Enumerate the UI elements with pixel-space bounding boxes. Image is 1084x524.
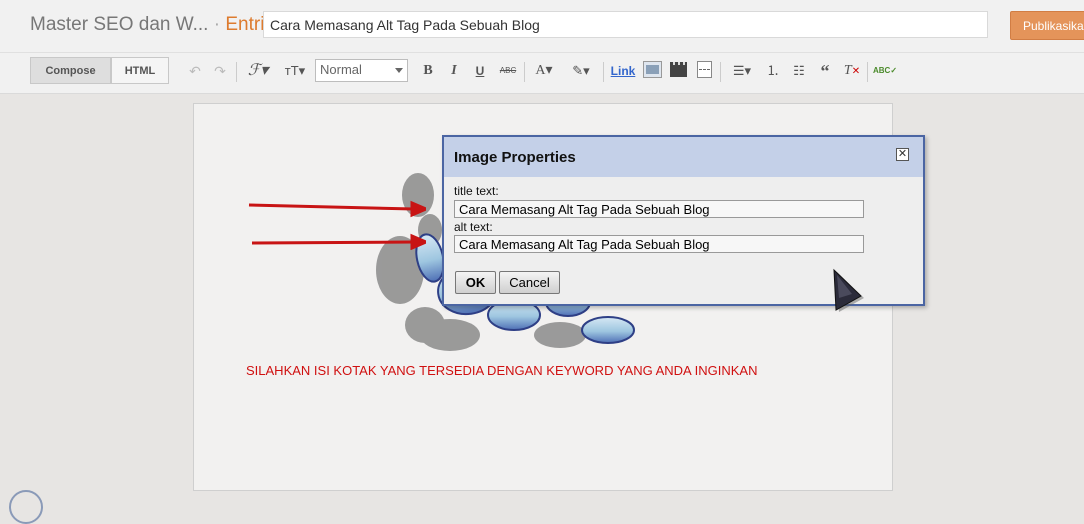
spellcheck-icon[interactable]: ABC✓	[873, 61, 897, 81]
bold-button[interactable]: B	[420, 61, 436, 81]
jump-break-line	[699, 69, 710, 71]
alt-text-label: alt text:	[454, 220, 493, 234]
font-family-icon[interactable]: ℱ▾	[244, 61, 272, 81]
title-arrow-line	[248, 203, 415, 211]
video-icon-strip	[670, 62, 687, 65]
title-arrow-head	[410, 200, 426, 218]
annotation-arrows	[248, 200, 426, 250]
dialog-title: Image Properties	[454, 149, 576, 166]
quote-icon[interactable]: “	[816, 61, 834, 81]
keyword-instruction: SILAHKAN ISI KOTAK YANG TERSEDIA DENGAN …	[246, 363, 758, 378]
image-icon-preview	[646, 65, 659, 74]
redo-icon[interactable]: ↷	[211, 61, 229, 81]
toolbar-divider	[720, 62, 721, 82]
image-icon[interactable]	[643, 61, 662, 78]
toolbar-divider	[236, 62, 237, 82]
paragraph-format-select[interactable]: Normal	[315, 59, 408, 82]
compose-mode-button[interactable]: Compose	[30, 57, 111, 84]
toolbar-divider	[867, 62, 868, 82]
publish-button[interactable]: Publikasika	[1010, 11, 1084, 40]
section-label: Entri	[225, 14, 265, 35]
top-bar: Master SEO dan W... · Entri Publikasika	[0, 0, 1084, 53]
ok-button[interactable]: OK	[455, 271, 496, 294]
strikethrough-button[interactable]: ABC	[497, 61, 519, 81]
blog-name[interactable]: Master SEO dan W...	[30, 14, 208, 35]
post-title-input[interactable]	[263, 11, 988, 38]
align-icon[interactable]: ☰▾	[728, 61, 756, 81]
close-icon[interactable]: ✕	[896, 148, 909, 161]
breadcrumb-separator: ·	[213, 14, 221, 35]
help-circle-icon[interactable]	[9, 490, 43, 524]
toolbar-divider	[603, 62, 604, 82]
numbered-list-icon[interactable]: ⒈	[764, 61, 782, 81]
undo-icon[interactable]: ↶	[186, 61, 204, 81]
highlight-icon[interactable]: ✎▾	[566, 61, 596, 81]
mouse-cursor-icon	[833, 268, 864, 312]
jump-break-icon[interactable]	[697, 61, 712, 78]
alt-arrow-line	[251, 240, 415, 245]
alt-text-field[interactable]	[454, 235, 864, 253]
alt-arrow-head	[410, 233, 426, 250]
title-text-label: title text:	[454, 184, 499, 198]
title-text-field[interactable]	[454, 200, 864, 218]
cancel-button[interactable]: Cancel	[499, 271, 560, 294]
chevron-down-icon	[395, 68, 403, 73]
html-mode-button[interactable]: HTML	[111, 57, 169, 84]
paragraph-format-value: Normal	[320, 62, 362, 77]
underline-button[interactable]: U	[472, 61, 488, 81]
bullet-list-icon[interactable]: ☷	[790, 61, 808, 81]
dialog-header: Image Properties ✕	[444, 137, 923, 177]
clear-format-icon[interactable]: T✕	[843, 61, 861, 81]
video-icon[interactable]	[670, 62, 687, 77]
toolbar-divider	[524, 62, 525, 82]
link-button[interactable]: Link	[610, 61, 636, 81]
blog-breadcrumb: Master SEO dan W... · Entri	[30, 14, 264, 36]
font-size-icon[interactable]: тT▾	[281, 61, 309, 81]
text-color-icon[interactable]: A▾	[530, 61, 558, 81]
italic-button[interactable]: I	[446, 61, 462, 81]
